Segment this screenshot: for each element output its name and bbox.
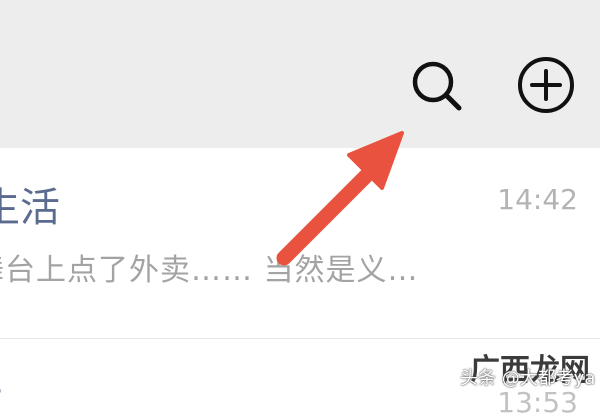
chat-preview: 舞台上点了外卖…… 当然是义… — [0, 253, 419, 288]
search-button[interactable] — [406, 55, 466, 115]
chat-list-item[interactable]: - 13:53 — [0, 338, 600, 417]
chat-name: 生活 — [0, 185, 60, 231]
chat-time: 14:42 — [497, 183, 578, 216]
search-icon — [412, 61, 462, 111]
add-button[interactable] — [516, 55, 576, 115]
chat-list-item[interactable]: 生活 14:42 舞台上点了外卖…… 当然是义… — [0, 148, 600, 338]
plus-circle-icon — [518, 57, 574, 113]
chat-time: 13:53 — [497, 386, 578, 419]
chat-name: - — [0, 369, 2, 409]
top-bar — [0, 0, 600, 148]
